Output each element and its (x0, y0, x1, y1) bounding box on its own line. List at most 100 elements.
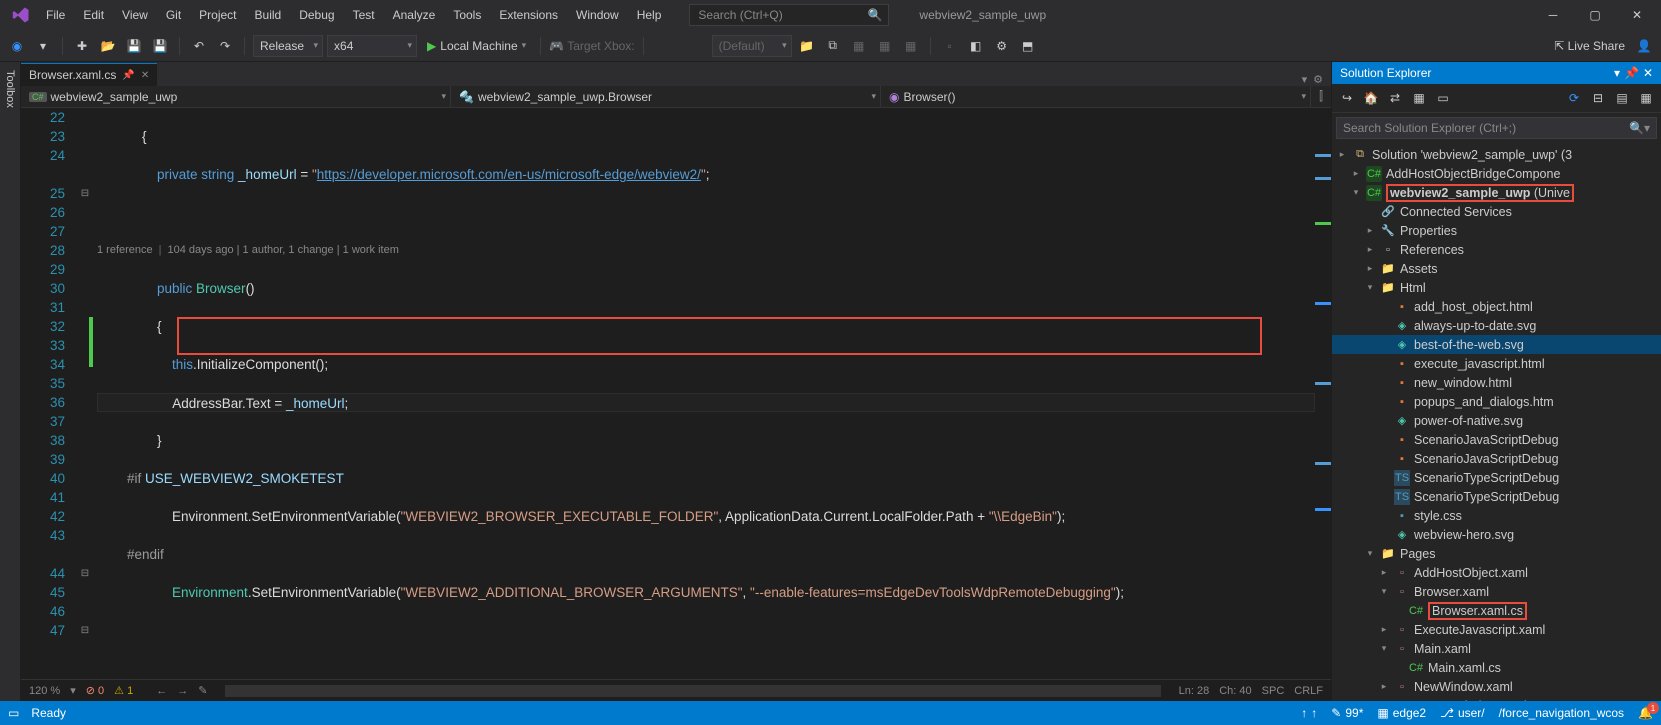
tree-item[interactable]: C#Browser.xaml.cs (1332, 601, 1661, 620)
nav-member[interactable]: ◉Browser() (881, 86, 1311, 107)
menu-test[interactable]: Test (345, 4, 383, 26)
horizontal-scrollbar[interactable] (225, 685, 1160, 697)
config-combo[interactable]: Release (253, 35, 323, 57)
warnings-indicator[interactable]: ⚠ 1 (114, 684, 133, 697)
tree-item[interactable]: ▪new_window.html (1332, 373, 1661, 392)
platform-combo[interactable]: x64 (327, 35, 417, 57)
new-item-button[interactable]: ✚ (71, 35, 93, 57)
solution-tree[interactable]: ▸⧉Solution 'webview2_sample_uwp' (3▸C#Ad… (1332, 143, 1661, 701)
redo-button[interactable]: ↷ (214, 35, 236, 57)
split-editor-button[interactable]: ⫿ (1311, 86, 1331, 107)
ch-indicator[interactable]: Ch: 40 (1219, 685, 1251, 697)
tree-item[interactable]: ▾📁Pages (1332, 544, 1661, 563)
properties-icon[interactable]: ▦ (1635, 88, 1657, 108)
show-all-icon[interactable]: ▤ (1611, 88, 1633, 108)
menu-view[interactable]: View (114, 4, 156, 26)
branch-indicator[interactable]: ⎇ user/ (1440, 706, 1485, 720)
tree-item[interactable]: ◈best-of-the-web.svg (1332, 335, 1661, 354)
menu-analyze[interactable]: Analyze (385, 4, 444, 26)
tree-item[interactable]: ▸▫ExecuteJavascript.xaml (1332, 620, 1661, 639)
menu-extensions[interactable]: Extensions (491, 4, 566, 26)
menu-project[interactable]: Project (191, 4, 244, 26)
tree-item[interactable]: ▸▫References (1332, 240, 1661, 259)
crlf-indicator[interactable]: CRLF (1294, 685, 1323, 697)
nav-project[interactable]: C#webview2_sample_uwp (21, 86, 451, 107)
code-text[interactable]: { private string _homeUrl = "https://dev… (93, 108, 1315, 679)
menu-git[interactable]: Git (158, 4, 189, 26)
menu-tools[interactable]: Tools (445, 4, 489, 26)
menu-build[interactable]: Build (247, 4, 290, 26)
nav-fwd-icon[interactable]: → (177, 685, 188, 697)
sync-icon[interactable]: ⇄ (1384, 88, 1406, 108)
default-combo[interactable]: (Default) (712, 35, 792, 57)
save-button[interactable]: 💾 (123, 35, 145, 57)
tree-item[interactable]: ▪execute_javascript.html (1332, 354, 1661, 373)
toolbox-panel[interactable]: Toolbox (0, 62, 21, 701)
tree-item[interactable]: C#Main.xaml.cs (1332, 658, 1661, 677)
tree-item[interactable]: ▾C#webview2_sample_uwp (Unive (1332, 183, 1661, 202)
tool-button-8[interactable]: ⚙ (991, 35, 1013, 57)
scope-icon[interactable]: ▭ (1432, 88, 1454, 108)
pending-changes[interactable]: ✎ 99* (1331, 706, 1363, 720)
menu-edit[interactable]: Edit (75, 4, 112, 26)
back-button[interactable]: ◉ (6, 35, 28, 57)
tree-item[interactable]: ▪add_host_object.html (1332, 297, 1661, 316)
source-control-up[interactable]: ↑ ↑ (1301, 706, 1317, 720)
maximize-button[interactable]: ▢ (1575, 1, 1615, 29)
open-button[interactable]: 📂 (97, 35, 119, 57)
repo-indicator[interactable]: ▦ edge2 (1377, 706, 1426, 720)
dropdown-icon[interactable]: ▾ (32, 35, 54, 57)
menu-file[interactable]: File (38, 4, 73, 26)
solution-explorer-header[interactable]: Solution Explorer ▾📌✕ (1332, 62, 1661, 84)
nav-back-icon[interactable]: ← (156, 685, 167, 697)
tree-item[interactable]: ◈power-of-native.svg (1332, 411, 1661, 430)
dropdown-icon[interactable]: ▾ (1614, 66, 1620, 80)
close-tab-icon[interactable]: ✕ (141, 70, 149, 81)
tree-item[interactable]: ▸▫AddHostObject.xaml (1332, 563, 1661, 582)
tree-item[interactable]: TSScenarioTypeScriptDebug (1332, 468, 1661, 487)
tree-item[interactable]: ▸🔧Properties (1332, 221, 1661, 240)
ln-indicator[interactable]: Ln: 28 (1179, 685, 1210, 697)
tree-item[interactable]: ◈always-up-to-date.svg (1332, 316, 1661, 335)
tool-button-7[interactable]: ◧ (965, 35, 987, 57)
minimize-button[interactable]: ─ (1533, 1, 1573, 29)
tree-item[interactable]: ▾▫Main.xaml (1332, 639, 1661, 658)
tool-button-1[interactable]: 📁 (796, 35, 818, 57)
spc-indicator[interactable]: SPC (1262, 685, 1285, 697)
live-share-button[interactable]: ⇱ Live Share (1554, 39, 1625, 53)
save-all-button[interactable]: 💾 (149, 35, 171, 57)
fold-gutter[interactable]: ⊟⊟⊟ (77, 108, 93, 679)
close-panel-icon[interactable]: ✕ (1643, 66, 1653, 80)
zoom-level[interactable]: 120 % (29, 685, 60, 697)
nav-icon[interactable]: ✎ (198, 684, 207, 697)
tree-item[interactable]: ▾📁Html (1332, 278, 1661, 297)
collapse-icon[interactable]: ⊟ (1587, 88, 1609, 108)
run-button[interactable]: ▶ Local Machine ▾ (421, 35, 532, 57)
tree-item[interactable]: ▪style.css (1332, 506, 1661, 525)
gear-icon[interactable]: ⚙ (1313, 73, 1323, 86)
tree-item[interactable]: 🔗Connected Services (1332, 202, 1661, 221)
tree-item[interactable]: ▸📁Assets (1332, 259, 1661, 278)
back-icon[interactable]: ↪ (1336, 88, 1358, 108)
filter-icon[interactable]: ▦ (1408, 88, 1430, 108)
tree-item[interactable]: ▸⧉Solution 'webview2_sample_uwp' (3 (1332, 145, 1661, 164)
home-icon[interactable]: 🏠 (1360, 88, 1382, 108)
tree-item[interactable]: ▪ScenarioJavaScriptDebug (1332, 430, 1661, 449)
tree-item[interactable]: ▸C#AddHostObjectBridgeCompone (1332, 164, 1661, 183)
tree-item[interactable]: ▸▫NewWindow.xaml (1332, 677, 1661, 696)
nav-class[interactable]: 🔩webview2_sample_uwp.Browser (451, 86, 881, 107)
dropdown-icon[interactable]: ▾ (1302, 73, 1308, 86)
user-icon[interactable]: 👤 (1633, 35, 1655, 57)
menu-help[interactable]: Help (629, 4, 670, 26)
solution-search[interactable]: Search Solution Explorer (Ctrl+;) 🔍▾ (1336, 117, 1657, 139)
tree-item[interactable]: ◈webview-hero.svg (1332, 525, 1661, 544)
code-editor[interactable]: 2223242526272829303132333435363738394041… (21, 108, 1331, 679)
scroll-map[interactable] (1315, 108, 1331, 679)
close-button[interactable]: ✕ (1617, 1, 1657, 29)
search-box[interactable]: Search (Ctrl+Q) 🔍 (689, 4, 889, 26)
notifications-icon[interactable]: 🔔1 (1638, 706, 1653, 720)
tab-browser-xaml-cs[interactable]: Browser.xaml.cs 📌 ✕ (21, 63, 157, 86)
tree-item[interactable]: ▪ScenarioJavaScriptDebug (1332, 449, 1661, 468)
errors-indicator[interactable]: ⊘ 0 (86, 684, 104, 697)
tree-item[interactable]: ▾▫Browser.xaml (1332, 582, 1661, 601)
